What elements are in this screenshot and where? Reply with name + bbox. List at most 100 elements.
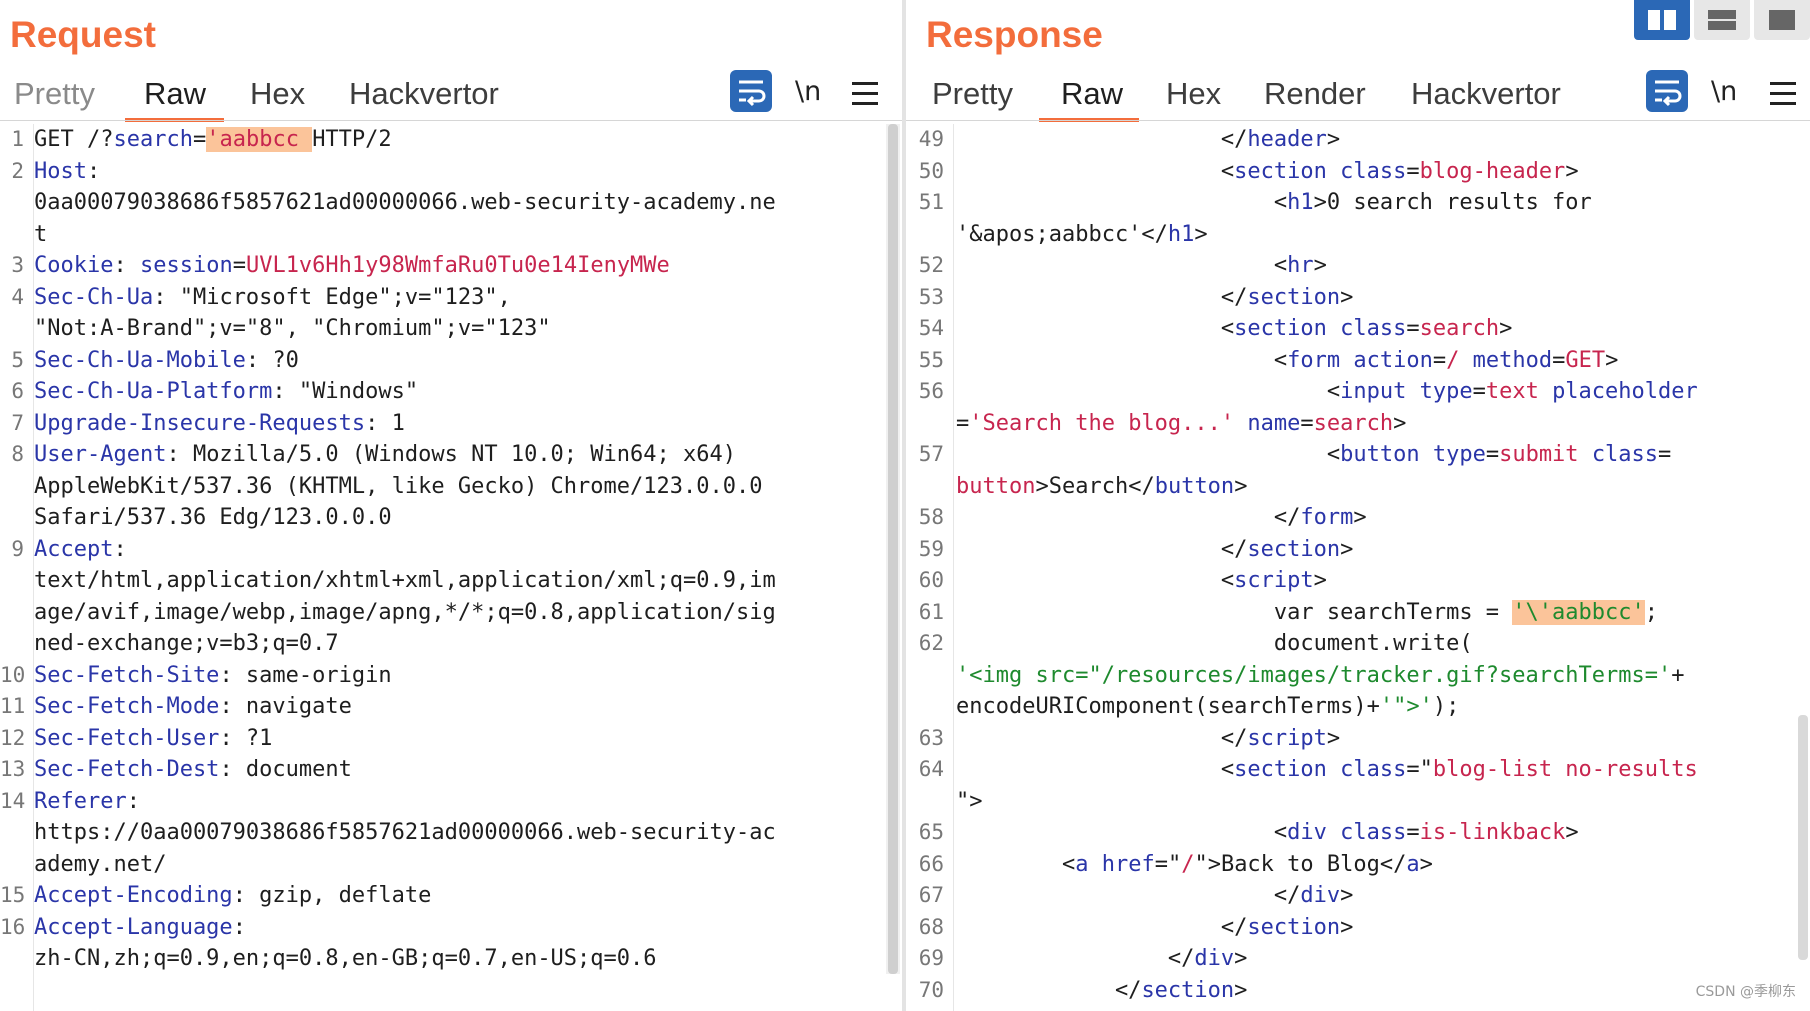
code-line: 70 </section>	[906, 975, 1810, 1007]
code-token: name	[1247, 410, 1301, 436]
side-by-side-layout-button[interactable]	[1634, 0, 1690, 40]
menu-button[interactable]	[1770, 82, 1796, 112]
code-token: ;	[1644, 599, 1658, 625]
code-token: "Not:A-Brand";v="8", "Chromium";v="123"	[34, 316, 551, 341]
tab-hackvertor[interactable]: Hackvertor	[349, 76, 499, 112]
code-text: Sec-Ch-Ua-Mobile: ?0	[34, 345, 299, 377]
show-newlines-button[interactable]: \n	[1711, 76, 1737, 107]
code-token: : navigate	[219, 694, 352, 719]
code-text: <form action=/ method=GET>	[956, 345, 1618, 377]
code-token: 0aa00079038686f5857621ad00000066.web-sec…	[34, 190, 776, 215]
line-number: 62	[918, 631, 944, 655]
code-token: >	[1565, 820, 1579, 845]
code-token: ">	[956, 788, 983, 814]
code-line: 57 <button type=submit class=	[906, 439, 1810, 471]
code-line: 13 Sec-Fetch-Dest: document	[0, 754, 902, 786]
code-line: 8 User-Agent: Mozilla/5.0 (Windows NT 10.…	[0, 439, 902, 471]
code-token: +	[1671, 662, 1685, 688]
tab-render[interactable]: Render	[1264, 76, 1366, 112]
code-text: ='Search the blog...' name=search>	[956, 408, 1406, 440]
code-text: Sec-Fetch-Dest: document	[34, 754, 352, 786]
code-token: 'Search the blog...'	[969, 410, 1235, 436]
code-text: ned-exchange;v=b3;q=0.7	[34, 628, 339, 660]
code-line: ademy.net/	[0, 849, 902, 881]
hamburger-icon	[852, 82, 878, 85]
code-text: Sec-Fetch-Mode: navigate	[34, 691, 352, 723]
menu-button[interactable]	[852, 82, 878, 112]
show-newlines-button[interactable]: \n	[795, 76, 821, 107]
code-text: <button type=submit class=	[956, 439, 1671, 471]
code-line: 66 <a href="/">Back to Blog</a>	[906, 849, 1810, 881]
code-line: 51 <h1>0 search results for	[906, 187, 1810, 219]
code-token: >	[1313, 253, 1327, 278]
code-line: 7 Upgrade-Insecure-Requests: 1	[0, 408, 902, 440]
code-token: :	[113, 253, 140, 278]
code-line: 54 <section class=search>	[906, 313, 1810, 345]
code-token: >	[1340, 284, 1354, 310]
response-editor[interactable]: 49 </header> 50 <section class=blog-heade…	[906, 124, 1810, 1011]
code-token: :	[86, 158, 101, 184]
code-token: <	[956, 379, 1341, 404]
code-line: 4 Sec-Ch-Ua: "Microsoft Edge";v="123",	[0, 282, 902, 314]
scroll-thumb[interactable]	[1798, 715, 1808, 960]
wrap-lines-button[interactable]	[730, 70, 772, 112]
code-token: <	[956, 190, 1288, 215]
code-text: User-Agent: Mozilla/5.0 (Windows NT 10.0…	[34, 439, 736, 471]
line-number: 54	[918, 316, 944, 340]
code-token: section	[1141, 977, 1235, 1003]
code-text: Accept-Encoding: gzip, deflate	[34, 880, 431, 912]
code-token: : "Windows"	[272, 379, 419, 404]
tab-raw[interactable]: Raw	[1061, 76, 1123, 112]
line-number: 56	[918, 379, 944, 403]
single-pane-layout-button[interactable]	[1754, 0, 1810, 40]
code-line: 68 </section>	[906, 912, 1810, 944]
tab-hex[interactable]: Hex	[1166, 76, 1221, 112]
code-text: t	[34, 219, 47, 251]
code-text: </section>	[956, 912, 1353, 944]
request-scrollbar[interactable]	[886, 124, 900, 974]
code-line: '&apos;aabbcc'</h1>	[906, 219, 1810, 251]
line-number: 6	[11, 379, 24, 403]
wrap-lines-button[interactable]	[1646, 70, 1688, 112]
line-number: 8	[11, 442, 24, 466]
code-line: 11 Sec-Fetch-Mode: navigate	[0, 691, 902, 723]
code-token: Accept-Language	[34, 914, 233, 940]
line-number: 52	[918, 253, 944, 277]
code-line: 12 Sec-Fetch-User: ?1	[0, 723, 902, 755]
code-token: section	[1247, 536, 1341, 562]
code-text: Host:	[34, 156, 100, 188]
code-token: <	[956, 253, 1288, 278]
code-line: 65 <div class=is-linkback>	[906, 817, 1810, 849]
response-title: Response	[926, 14, 1103, 55]
line-number: 59	[918, 536, 944, 561]
scroll-thumb[interactable]	[888, 124, 898, 974]
tab-pretty[interactable]: Pretty	[14, 76, 95, 112]
tab-pretty[interactable]: Pretty	[932, 76, 1013, 112]
tab-hackvertor[interactable]: Hackvertor	[1411, 76, 1561, 112]
code-token: =	[192, 127, 207, 152]
stacked-layout-button[interactable]	[1694, 0, 1750, 40]
code-text: button>Search</button>	[956, 471, 1247, 503]
response-scrollbar[interactable]	[1796, 715, 1810, 960]
code-token: placeholder	[1552, 379, 1698, 404]
code-token: </	[956, 977, 1142, 1003]
tab-raw[interactable]: Raw	[144, 76, 206, 112]
code-text: Accept-Language:	[34, 912, 246, 944]
code-line: 14 Referer:	[0, 786, 902, 818]
tab-hex[interactable]: Hex	[250, 76, 305, 112]
code-token: h1	[1287, 190, 1314, 215]
code-token: submit	[1499, 442, 1579, 467]
code-token: /	[1181, 851, 1195, 877]
code-token: </	[956, 127, 1248, 152]
code-token: Cookie	[34, 253, 114, 278]
code-token: =	[1300, 410, 1314, 436]
code-token: : Mozilla/5.0 (Windows NT 10.0; Win64; x…	[166, 442, 736, 467]
code-token: >	[1393, 410, 1407, 436]
code-token: >	[1326, 127, 1341, 152]
request-editor[interactable]: 1 GET /?search='aabbcc HTTP/2 2 Host: 0aa000…	[0, 124, 902, 1011]
code-token: search	[1419, 316, 1500, 341]
